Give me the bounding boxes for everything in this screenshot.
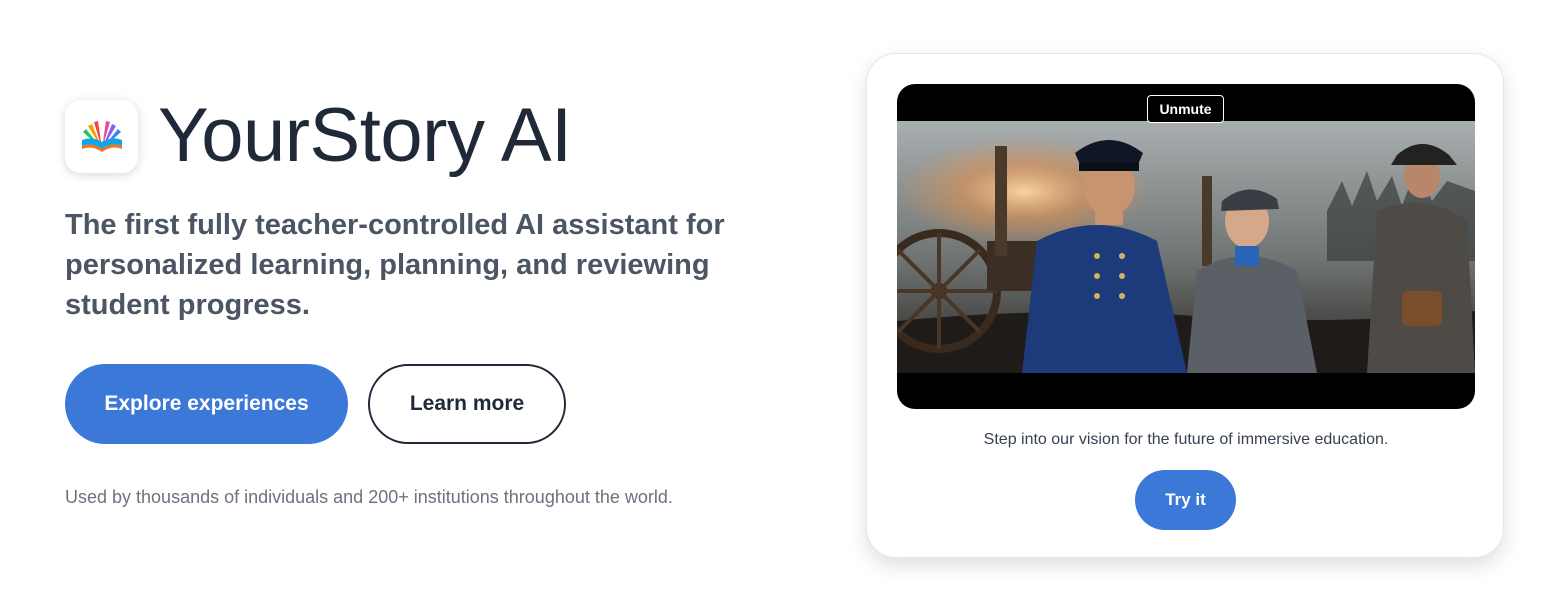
app-logo (65, 99, 138, 173)
hero-section: YourStory AI The first fully teacher-con… (0, 0, 1563, 610)
hero-tagline: The first fully teacher-controlled AI as… (65, 209, 725, 321)
open-book-rainbow-icon (81, 121, 122, 152)
learn-more-button[interactable]: Learn more (368, 364, 566, 444)
video-player[interactable]: Unmute (897, 84, 1475, 409)
usage-note: Used by thousands of individuals and 200… (65, 487, 673, 507)
video-caption: Step into our vision for the future of i… (983, 431, 1389, 448)
cta-buttons: Explore experiences Learn more (65, 364, 566, 444)
try-it-button[interactable]: Try it (1135, 470, 1236, 530)
brand-header: YourStory AI (65, 98, 572, 174)
video-preview-card: Unmute Step into our vision for the futu… (866, 53, 1504, 558)
app-title: YourStory AI (158, 93, 572, 178)
unmute-button[interactable]: Unmute (1147, 95, 1224, 123)
video-frame-image (897, 121, 1475, 373)
explore-experiences-button[interactable]: Explore experiences (65, 364, 348, 444)
